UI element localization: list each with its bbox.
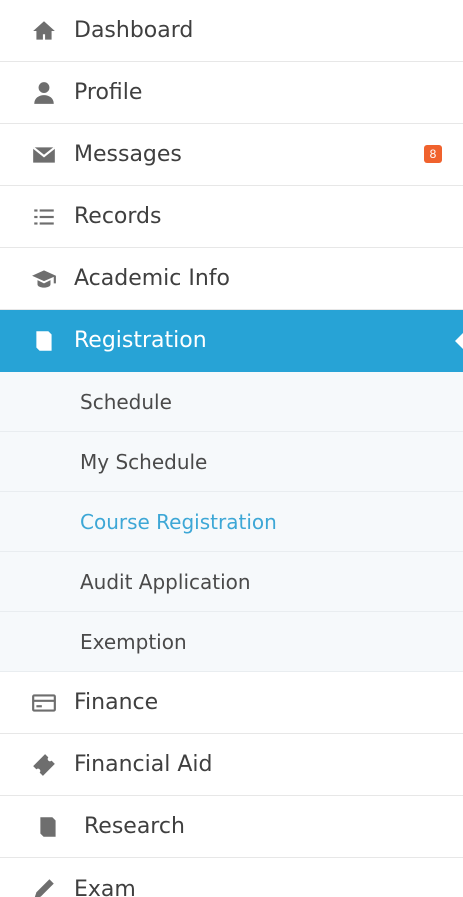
sidebar-item-dashboard[interactable]: Dashboard xyxy=(0,0,463,62)
messages-count-badge: 8 xyxy=(424,145,442,163)
sidebar-item-registration[interactable]: Registration xyxy=(0,310,463,372)
sidebar-item-records[interactable]: Records xyxy=(0,186,463,248)
sidebar-item-label: Exam xyxy=(74,876,136,897)
submenu-item-exemption[interactable]: Exemption xyxy=(0,612,463,672)
sidebar-item-label: Financial Aid xyxy=(74,752,213,777)
book-icon xyxy=(30,327,58,355)
submenu-item-my-schedule[interactable]: My Schedule xyxy=(0,432,463,492)
book-icon xyxy=(34,813,62,841)
sidebar-item-messages[interactable]: Messages 8 xyxy=(0,124,463,186)
sidebar-item-label: Dashboard xyxy=(74,18,194,43)
envelope-icon xyxy=(30,141,58,169)
sidebar-item-financial-aid[interactable]: Financial Aid xyxy=(0,734,463,796)
active-caret-icon xyxy=(455,333,463,349)
sidebar-item-label: Academic Info xyxy=(74,266,231,291)
submenu-item-audit-application[interactable]: Audit Application xyxy=(0,552,463,612)
user-icon xyxy=(30,79,58,107)
submenu-item-course-registration[interactable]: Course Registration xyxy=(0,492,463,552)
sidebar-item-academic-info[interactable]: Academic Info xyxy=(0,248,463,310)
ticket-icon xyxy=(30,751,58,779)
sidebar-item-label: Messages xyxy=(74,142,182,167)
sidebar-item-exam[interactable]: Exam xyxy=(0,858,463,897)
credit-card-icon xyxy=(30,689,58,717)
sidebar-item-finance[interactable]: Finance xyxy=(0,672,463,734)
list-icon xyxy=(30,203,58,231)
graduation-cap-icon xyxy=(30,265,58,293)
pencil-icon xyxy=(30,875,58,897)
sidebar-item-label: Research xyxy=(84,814,185,839)
sidebar-item-label: Profile xyxy=(74,80,143,105)
submenu-item-schedule[interactable]: Schedule xyxy=(0,372,463,432)
sidebar-item-label: Records xyxy=(74,204,162,229)
home-icon xyxy=(30,17,58,45)
sidebar-navigation: Dashboard Profile Messages 8 Records Aca… xyxy=(0,0,463,897)
sidebar-item-research[interactable]: Research xyxy=(0,796,463,858)
sidebar-item-profile[interactable]: Profile xyxy=(0,62,463,124)
registration-submenu: Schedule My Schedule Course Registration… xyxy=(0,372,463,672)
sidebar-item-label: Finance xyxy=(74,690,159,715)
sidebar-item-label: Registration xyxy=(74,328,207,353)
